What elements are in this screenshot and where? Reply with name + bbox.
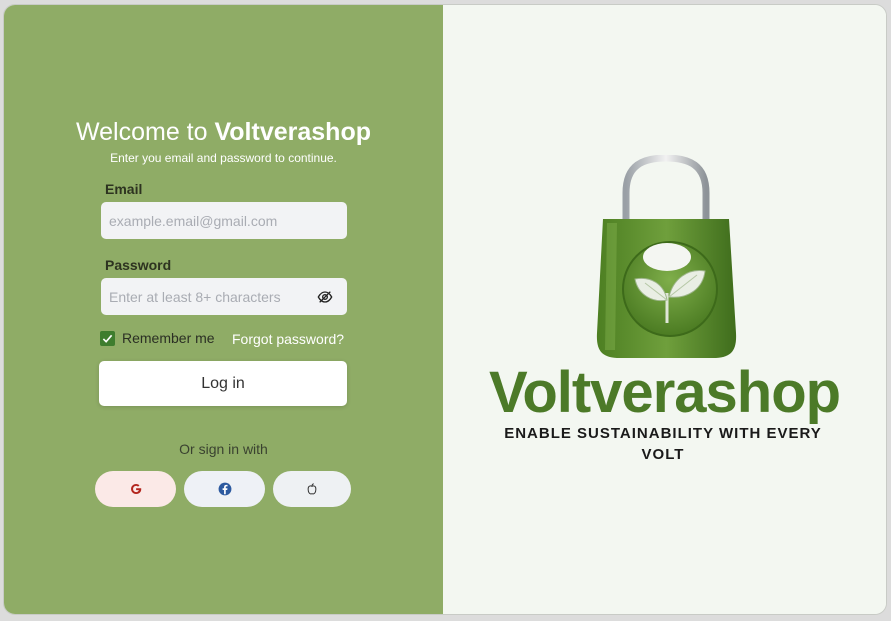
welcome-prefix: Welcome to [75, 118, 215, 146]
google-icon [130, 484, 141, 494]
eye-off-icon[interactable] [317, 289, 333, 305]
password-field[interactable] [109, 288, 309, 305]
login-panel: Welcome to Voltverashop Enter you email … [4, 5, 443, 614]
brand-tagline: ENABLE SUSTAINABILITY WITH EVERY VOLT [504, 425, 822, 463]
brand-panel: Voltverashop ENABLE SUSTAINABILITY WITH … [443, 5, 886, 614]
email-label: Email [105, 181, 143, 197]
facebook-icon [218, 482, 231, 496]
login-card: Welcome to Voltverashop Enter you email … [3, 4, 887, 615]
welcome-heading: Welcome to Voltverashop [4, 117, 443, 147]
welcome-brand: Voltverashop [214, 118, 371, 146]
remember-checkbox[interactable] [100, 330, 115, 346]
email-field-container [101, 202, 347, 239]
check-icon [102, 334, 113, 343]
apple-icon [307, 483, 317, 495]
shopping-bag-leaf-icon [596, 155, 737, 358]
email-field[interactable] [109, 212, 309, 229]
google-signin-button[interactable] [95, 471, 176, 507]
login-button[interactable]: Log in [99, 361, 347, 406]
remember-label: Remember me [122, 330, 215, 346]
brand-name: Voltverashop [488, 360, 841, 425]
remember-me[interactable]: Remember me [100, 330, 215, 346]
password-label: Password [105, 257, 172, 273]
password-field-container [101, 278, 347, 315]
facebook-signin-button[interactable] [184, 471, 265, 507]
apple-signin-button[interactable] [273, 471, 351, 507]
forgot-password-link[interactable]: Forgot password? [232, 331, 344, 347]
welcome-subtitle: Enter you email and password to continue… [110, 151, 337, 165]
or-sign-in-text: Or sign in with [179, 441, 268, 457]
